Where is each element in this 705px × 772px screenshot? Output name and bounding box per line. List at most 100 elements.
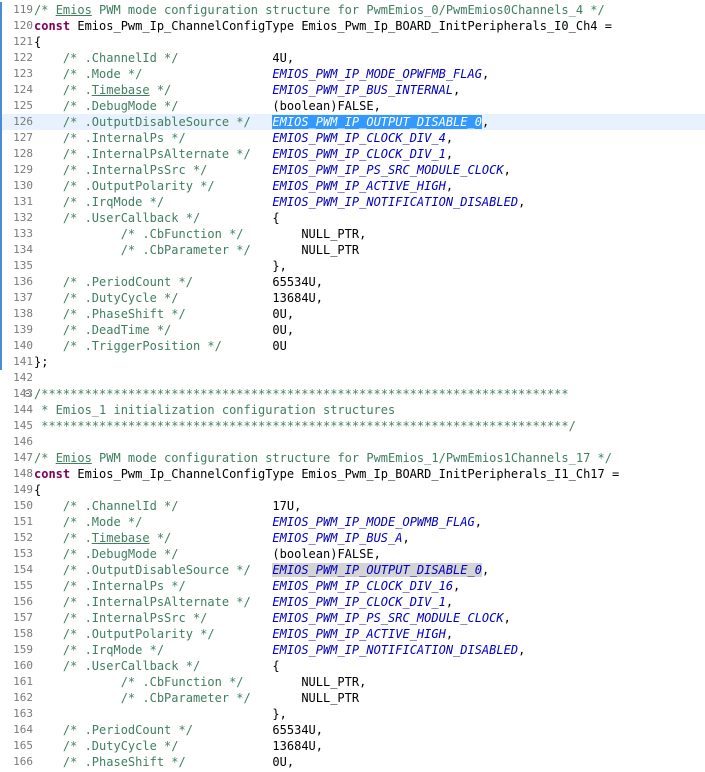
- code-line[interactable]: 151 /* .Mode */ EMIOS_PWM_IP_MODE_OPWMB_…: [0, 514, 705, 530]
- code-line[interactable]: 137 /* .DutyCycle */ 13684U,: [0, 290, 705, 306]
- code-token: /* .OutputPolarity */: [34, 627, 273, 641]
- code-line[interactable]: 162 /* .CbParameter */ NULL_PTR: [0, 690, 705, 706]
- code-text: /* .DutyCycle */ 13684U,: [34, 290, 323, 306]
- code-line[interactable]: 150 /* .ChannelId */ 17U,: [0, 498, 705, 514]
- code-line[interactable]: 161 /* .CbFunction */ NULL_PTR,: [0, 674, 705, 690]
- code-line[interactable]: 145 ************************************…: [0, 418, 705, 434]
- code-line[interactable]: 129 /* .InternalPsSrc */ EMIOS_PWM_IP_PS…: [0, 162, 705, 178]
- code-text: /* .DeadTime */ 0U,: [34, 322, 294, 338]
- code-text: /* Emios PWM mode configuration structur…: [34, 450, 612, 466]
- code-line[interactable]: 121{: [0, 34, 705, 50]
- code-token: /* .ChannelId */: [34, 51, 273, 65]
- code-text: /* .InternalPsAlternate */ EMIOS_PWM_IP_…: [34, 594, 453, 610]
- code-text: /* .ChannelId */ 4U,: [34, 50, 294, 66]
- code-line[interactable]: 157 /* .InternalPsSrc */ EMIOS_PWM_IP_PS…: [0, 610, 705, 626]
- code-line[interactable]: 128 /* .InternalPsAlternate */ EMIOS_PWM…: [0, 146, 705, 162]
- code-text: /* .InternalPs */ EMIOS_PWM_IP_CLOCK_DIV…: [34, 130, 453, 146]
- code-token: ,: [445, 147, 454, 161]
- code-text: /* .PhaseShift */ 0U,: [34, 306, 294, 322]
- code-token: */: [149, 83, 273, 97]
- code-line[interactable]: 160 /* .UserCallback */ {: [0, 658, 705, 674]
- code-line[interactable]: 134 /* .CbParameter */ NULL_PTR: [0, 242, 705, 258]
- line-number: 155: [13, 579, 33, 592]
- code-token: EMIOS_PWM_IP_CLOCK_DIV_16: [272, 579, 454, 593]
- code-token: NULL_PTR,: [301, 227, 367, 241]
- code-line[interactable]: 135 },: [0, 258, 705, 274]
- code-token: 0U,: [272, 755, 295, 769]
- code-line[interactable]: 148 const Emios_Pwm_Ip_ChannelConfigType …: [0, 466, 705, 482]
- code-line[interactable]: 166 /* .PhaseShift */ 0U,: [0, 754, 705, 770]
- code-text: ****************************************…: [34, 418, 576, 434]
- code-text: {: [34, 34, 41, 50]
- code-line[interactable]: 164 /* .PeriodCount */ 65534U,: [0, 722, 705, 738]
- code-token: /*: [34, 451, 56, 465]
- line-number: 138: [13, 307, 33, 320]
- code-line[interactable]: 132 /* .UserCallback */ {: [0, 210, 705, 226]
- line-number: 132: [13, 211, 33, 224]
- code-line[interactable]: 142: [0, 370, 705, 386]
- code-line[interactable]: 163 },: [0, 706, 705, 722]
- code-token: /* .InternalPs */: [34, 579, 273, 593]
- code-text: },: [34, 258, 286, 274]
- code-token: /* .IrqMode */: [34, 195, 273, 209]
- code-line[interactable]: 126 /* .OutputDisableSource */ EMIOS_PWM…: [0, 114, 705, 130]
- code-text: {: [34, 482, 41, 498]
- code-text: /* .UserCallback */ {: [34, 658, 280, 674]
- code-token: {: [34, 483, 42, 497]
- code-line[interactable]: 155 /* .InternalPs */ EMIOS_PWM_IP_CLOCK…: [0, 578, 705, 594]
- code-line[interactable]: 133 /* .CbFunction */ NULL_PTR,: [0, 226, 705, 242]
- code-token: Emios: [55, 3, 92, 17]
- code-line[interactable]: 152 /* .Timebase */ EMIOS_PWM_IP_BUS_A,: [0, 530, 705, 546]
- code-line[interactable]: 131 /* .IrqMode */ EMIOS_PWM_IP_NOTIFICA…: [0, 194, 705, 210]
- code-line[interactable]: 156 /* .InternalPsAlternate */ EMIOS_PWM…: [0, 594, 705, 610]
- code-token: EMIOS_PWM_IP_CLOCK_DIV_1: [272, 147, 446, 161]
- code-line[interactable]: 147/* Emios PWM mode configuration struc…: [0, 450, 705, 466]
- code-text: /* .Mode */ EMIOS_PWM_IP_MODE_OPWMB_FLAG…: [34, 514, 482, 530]
- code-editor[interactable]: 119/* Emios PWM mode configuration struc…: [0, 0, 705, 772]
- code-token: /* .OutputDisableSource */: [34, 115, 273, 129]
- code-line[interactable]: 153 /* .DebugMode */ (boolean)FALSE,: [0, 546, 705, 562]
- code-text: /* .Timebase */ EMIOS_PWM_IP_BUS_A,: [34, 530, 410, 546]
- code-line[interactable]: 149{: [0, 482, 705, 498]
- code-line[interactable]: 165 /* .DutyCycle */ 13684U,: [0, 738, 705, 754]
- code-line[interactable]: 140 /* .TriggerPosition */ 0U: [0, 338, 705, 354]
- code-token: /* .: [34, 83, 92, 97]
- code-token: ****************************************…: [34, 419, 576, 433]
- code-line[interactable]: 146: [0, 434, 705, 450]
- code-line[interactable]: 122 /* .ChannelId */ 4U,: [0, 50, 705, 66]
- code-token: /* .ChannelId */: [34, 499, 273, 513]
- code-line[interactable]: 143/************************************…: [0, 386, 705, 402]
- code-line[interactable]: 159 /* .IrqMode */ EMIOS_PWM_IP_NOTIFICA…: [0, 642, 705, 658]
- code-token: /* .PeriodCount */: [34, 723, 273, 737]
- line-number: 133: [13, 227, 33, 240]
- code-line[interactable]: 136 /* .PeriodCount */ 65534U,: [0, 274, 705, 290]
- code-token: /* .OutputPolarity */: [34, 179, 273, 193]
- code-token: ,: [453, 83, 461, 97]
- line-number: 150: [13, 499, 33, 512]
- code-token: NULL_PTR: [301, 691, 360, 705]
- code-text: /* .DutyCycle */ 13684U,: [34, 738, 323, 754]
- code-line[interactable]: 119/* Emios PWM mode configuration struc…: [0, 2, 705, 18]
- code-line[interactable]: 138 /* .PhaseShift */ 0U,: [0, 306, 705, 322]
- code-line[interactable]: 120 const Emios_Pwm_Ip_ChannelConfigType …: [0, 18, 705, 34]
- code-line[interactable]: 125 /* .DebugMode */ (boolean)FALSE,: [0, 98, 705, 114]
- code-line[interactable]: 127 /* .InternalPs */ EMIOS_PWM_IP_CLOCK…: [0, 130, 705, 146]
- code-line[interactable]: 130 /* .OutputPolarity */ EMIOS_PWM_IP_A…: [0, 178, 705, 194]
- code-line[interactable]: 139 /* .DeadTime */ 0U,: [0, 322, 705, 338]
- code-line[interactable]: 144 * Emios_1 initialization configurati…: [0, 402, 705, 418]
- code-token: EMIOS_PWM_IP_NOTIFICATION_DISABLED: [272, 195, 519, 209]
- code-line[interactable]: 141};: [0, 354, 705, 370]
- line-number: 149: [13, 483, 33, 496]
- fold-toggle-icon[interactable]: [24, 390, 31, 397]
- code-line[interactable]: 123 /* .Mode */ EMIOS_PWM_IP_MODE_OPWFMB…: [0, 66, 705, 82]
- code-token: /* .: [34, 531, 92, 545]
- code-token: /* .InternalPsAlternate */: [34, 147, 273, 161]
- code-line[interactable]: 154 /* .OutputDisableSource */ EMIOS_PWM…: [0, 562, 705, 578]
- code-line[interactable]: 158 /* .OutputPolarity */ EMIOS_PWM_IP_A…: [0, 626, 705, 642]
- line-number: 129: [13, 163, 33, 176]
- line-number: 124: [13, 83, 33, 96]
- line-number: 147: [13, 451, 33, 464]
- code-token: /* .OutputDisableSource */: [34, 563, 273, 577]
- code-token: (boolean)FALSE,: [272, 99, 381, 113]
- code-line[interactable]: 124 /* .Timebase */ EMIOS_PWM_IP_BUS_INT…: [0, 82, 705, 98]
